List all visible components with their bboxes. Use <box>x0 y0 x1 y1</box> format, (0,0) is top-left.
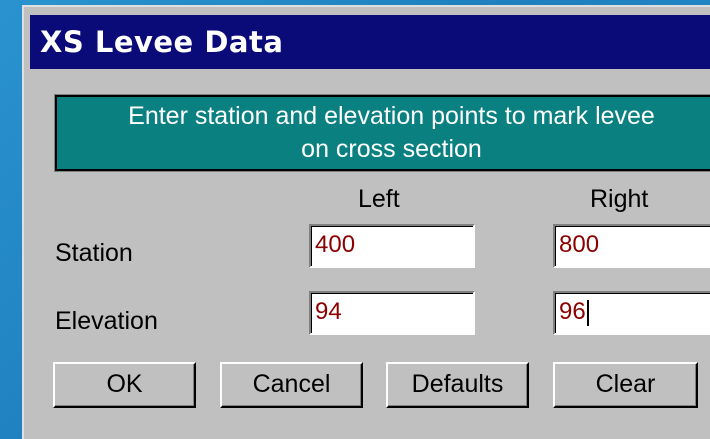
station-right-input[interactable]: 800 <box>553 224 710 268</box>
defaults-button[interactable]: Defaults <box>386 362 529 408</box>
cancel-button[interactable]: Cancel <box>220 362 363 408</box>
elevation-left-input[interactable]: 94 <box>309 291 475 335</box>
title-bar[interactable]: XS Levee Data <box>30 15 710 69</box>
station-left-input[interactable]: 400 <box>309 224 475 268</box>
elevation-label: Elevation <box>55 307 158 335</box>
window-title: XS Levee Data <box>40 25 284 59</box>
station-label: Station <box>55 239 133 267</box>
left-column-header: Left <box>358 185 400 213</box>
clear-button[interactable]: Clear <box>553 362 698 408</box>
instruction-line-1: Enter station and elevation points to ma… <box>128 102 655 130</box>
right-column-header: Right <box>590 185 649 213</box>
levee-dialog: XS Levee Data Enter station and elevatio… <box>22 5 710 439</box>
ok-button[interactable]: OK <box>53 362 196 408</box>
instruction-banner: Enter station and elevation points to ma… <box>54 94 710 172</box>
elevation-right-input[interactable]: 96 <box>553 291 710 335</box>
instruction-line-2: on cross section <box>301 135 482 163</box>
